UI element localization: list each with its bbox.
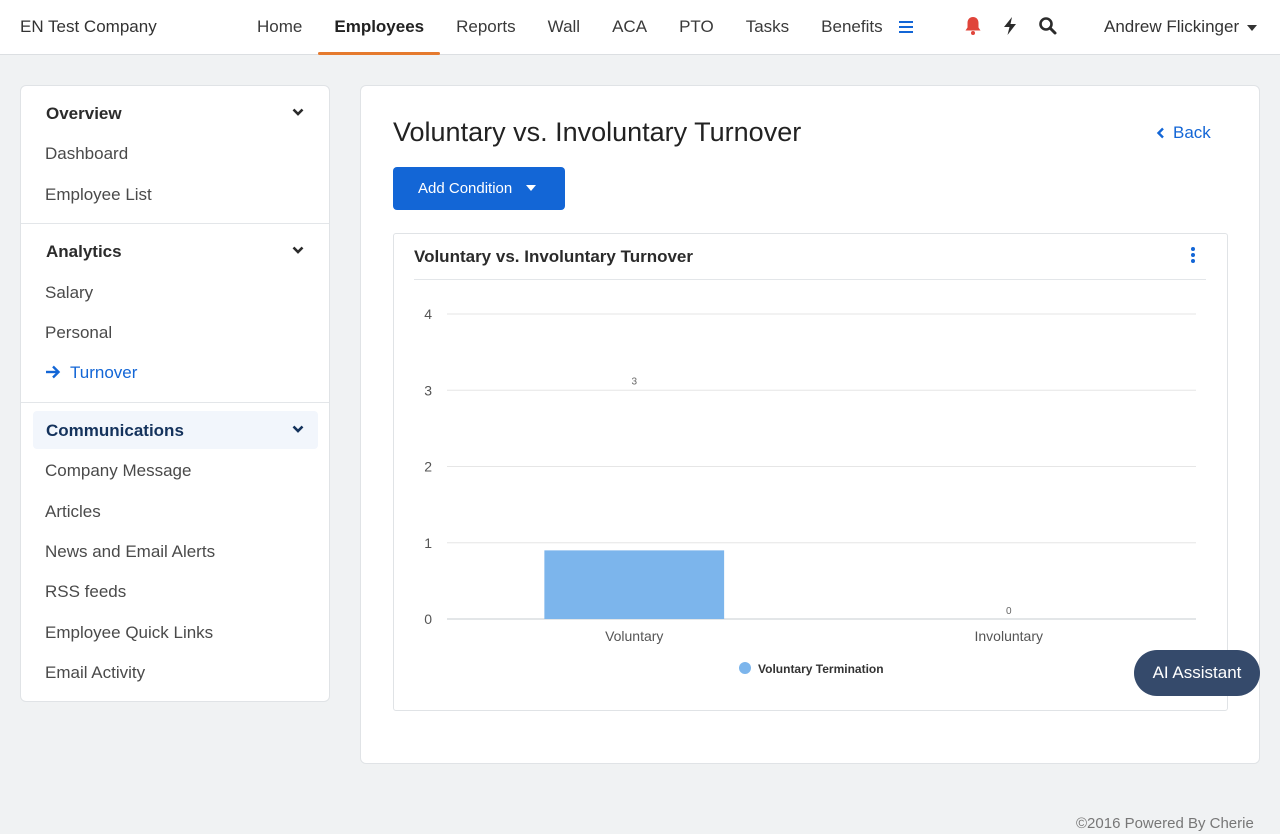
section-title: Analytics [46,242,122,261]
sidebar-item-rss-feeds[interactable]: RSS feeds [45,582,126,602]
bell-icon[interactable] [964,16,984,38]
search-icon[interactable] [1038,16,1058,38]
add-condition-button[interactable]: Add Condition [393,167,565,210]
footer-text: ©2016 Powered By Cherie [1076,815,1254,832]
data-label: 3 [631,376,637,387]
nav-employees[interactable]: Employees [318,0,440,55]
y-tick-label: 1 [424,535,432,551]
sidebar-section-communications[interactable]: Communications [33,411,318,449]
user-menu[interactable]: Andrew Flickinger [1104,17,1258,37]
divider [21,223,329,224]
top-navbar: EN Test Company Home Employees Reports W… [0,0,1280,55]
user-name: Andrew Flickinger [1104,17,1240,36]
arrow-right-icon [46,365,61,379]
nav-pto[interactable]: PTO [663,0,730,54]
nav-benefits[interactable]: Benefits [805,0,898,54]
ai-assistant-button[interactable]: AI Assistant [1134,650,1260,696]
back-label: Back [1173,123,1211,142]
add-condition-label: Add Condition [418,180,513,197]
divider [21,402,329,403]
page-title: Voluntary vs. Involuntary Turnover [393,117,802,147]
sidebar-item-turnover[interactable]: Turnover [70,363,137,383]
chevron-down-icon [292,425,304,433]
sidebar-item-company-message[interactable]: Company Message [45,461,191,481]
nav-tasks[interactable]: Tasks [730,0,805,54]
sidebar-item-email-activity[interactable]: Email Activity [45,663,145,683]
back-link[interactable]: Back [1156,123,1211,143]
nav-aca[interactable]: ACA [596,0,663,54]
section-title: Overview [46,104,122,123]
sidebar-item-articles[interactable]: Articles [45,502,101,522]
nav-reports[interactable]: Reports [440,0,532,54]
chart-card: Voluntary vs. Involuntary Turnover 01234… [393,233,1228,711]
caret-down-icon [526,185,536,191]
caret-down-icon [1247,24,1258,31]
sidebar-item-dashboard[interactable]: Dashboard [45,144,128,164]
chevron-left-icon [1156,127,1164,139]
main-nav: Home Employees Reports Wall ACA PTO Task… [241,0,899,55]
nav-home[interactable]: Home [241,0,318,54]
sidebar: Overview Dashboard Employee List Analyti… [20,85,330,702]
data-label: 0 [1006,606,1012,617]
section-title: Communications [46,421,184,440]
y-tick-label: 2 [424,459,432,475]
y-tick-label: 4 [424,306,432,322]
y-tick-label: 3 [424,382,432,398]
chevron-down-icon [292,246,304,254]
legend-marker [739,662,751,674]
company-name[interactable]: EN Test Company [20,17,157,37]
sidebar-section-overview[interactable]: Overview [33,94,318,132]
sidebar-item-employee-list[interactable]: Employee List [45,185,152,205]
x-tick-label: Involuntary [975,628,1043,644]
main-panel: Voluntary vs. Involuntary Turnover Back … [360,85,1260,764]
nav-wall[interactable]: Wall [532,0,596,54]
legend-label: Voluntary Termination [758,662,884,676]
x-tick-label: Voluntary [605,628,663,644]
y-tick-label: 0 [424,611,432,627]
sidebar-item-salary[interactable]: Salary [45,283,93,303]
sidebar-item-news-email-alerts[interactable]: News and Email Alerts [45,542,215,562]
menu-icon[interactable] [896,18,916,36]
sidebar-item-employee-quick-links[interactable]: Employee Quick Links [45,623,213,643]
bar-voluntary [544,550,725,619]
sidebar-section-analytics[interactable]: Analytics [33,232,318,270]
bolt-icon[interactable] [1002,16,1022,38]
chevron-down-icon [292,108,304,116]
bar-chart: 0 1 2 3 4 3 Voluntary 0 Involuntary Voluntary Ter… [424,306,1196,676]
sidebar-item-personal[interactable]: Personal [45,323,112,343]
